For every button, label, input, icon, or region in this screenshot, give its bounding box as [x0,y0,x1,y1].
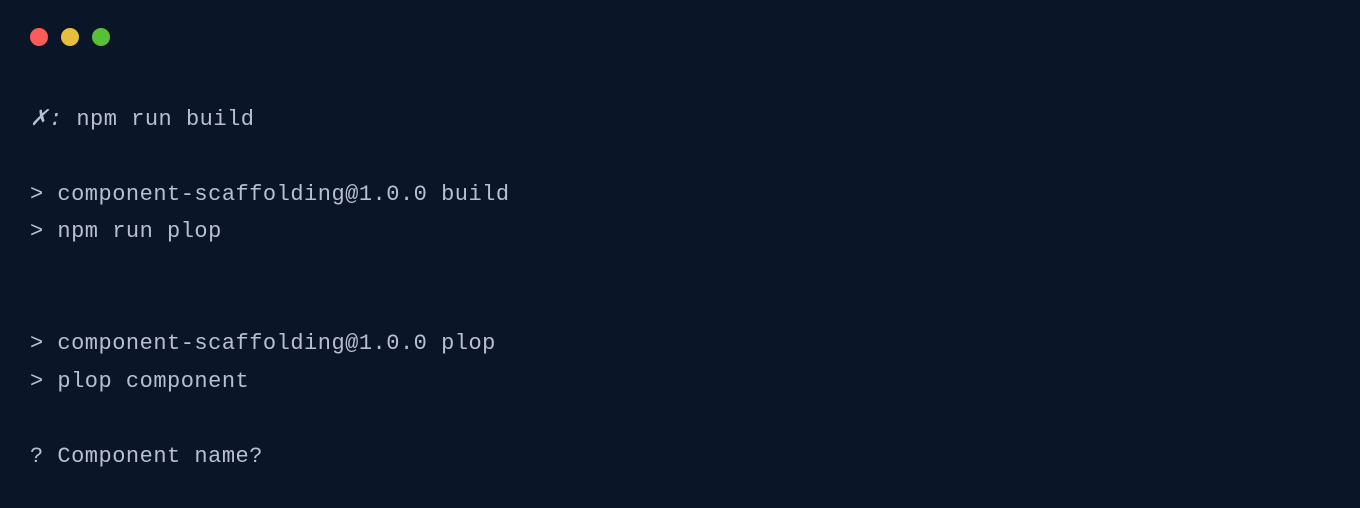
close-button[interactable] [30,28,48,46]
prompt-line: ? Component name? [30,438,1330,475]
minimize-button[interactable] [61,28,79,46]
output-line: > component-scaffolding@1.0.0 plop [30,325,1330,362]
prompt-symbol: ✗: [30,107,63,132]
command-text: npm run build [63,107,255,132]
output-line [30,400,1330,437]
window-titlebar [0,0,1360,46]
command-line: ✗: npm run build [30,101,1330,138]
terminal-window: ✗: npm run build > component-scaffolding… [0,0,1360,508]
output-line [30,288,1330,325]
output-line [30,251,1330,288]
maximize-button[interactable] [92,28,110,46]
output-line: > component-scaffolding@1.0.0 build [30,176,1330,213]
output-line: > npm run plop [30,213,1330,250]
output-line [30,138,1330,175]
terminal-content[interactable]: ✗: npm run build > component-scaffolding… [0,46,1360,505]
output-line: > plop component [30,363,1330,400]
